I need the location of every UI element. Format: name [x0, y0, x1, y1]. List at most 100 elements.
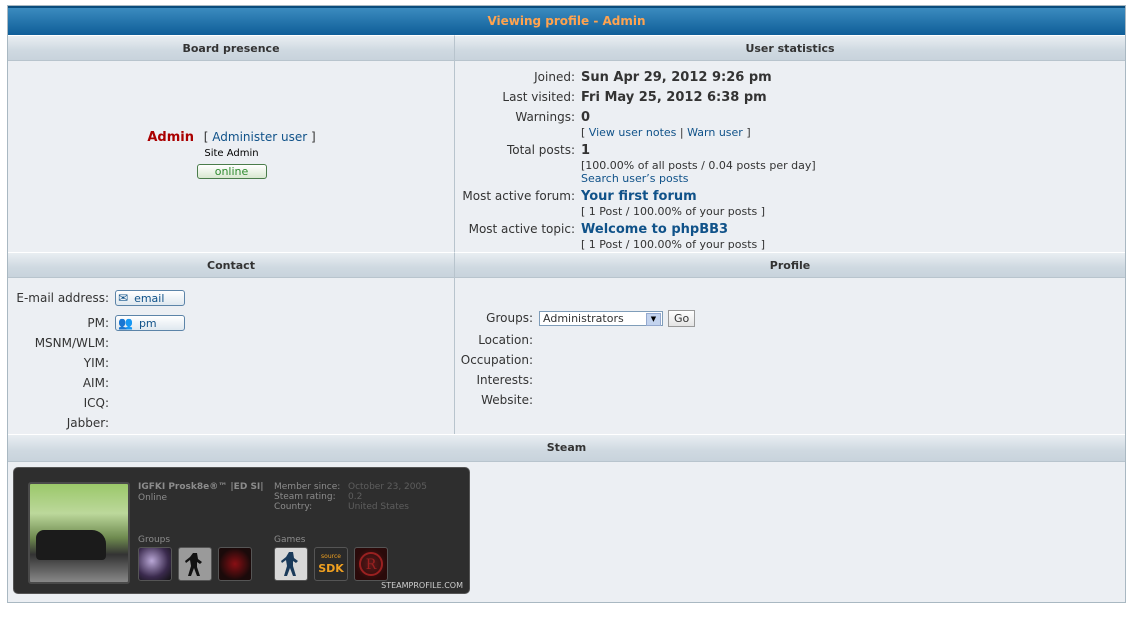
steam-status: Online — [138, 493, 168, 503]
counter-strike-game-icon[interactable] — [274, 547, 308, 581]
icq-label: ICQ: — [83, 396, 109, 410]
msnm-label: MSNM/WLM: — [34, 336, 109, 350]
warn-user-link[interactable]: Warn user — [687, 126, 743, 139]
active-topic-detail: [ 1 Post / 100.00% of your posts ] — [581, 238, 766, 251]
interests-row: Interests: — [455, 370, 1125, 390]
icq-row: ICQ: — [8, 393, 454, 413]
profile-header: Profile — [455, 252, 1125, 278]
steam-avatar — [28, 482, 130, 584]
warnings-row: Warnings: 0 [ View user notes | Warn use… — [455, 109, 1125, 139]
section-headers-top: Board presence User statistics — [8, 35, 1125, 61]
svg-text:source: source — [321, 553, 341, 560]
groups-row: Groups: Administrators ▼ Go — [455, 308, 1125, 328]
user-rank: Site Admin — [204, 148, 259, 159]
groups-selected-value: Administrators — [543, 311, 624, 325]
steam-groups-label: Groups — [138, 535, 171, 545]
email-row: E-mail address: ✉ email — [8, 288, 454, 308]
group-dark-logo-icon[interactable] — [138, 547, 172, 581]
chevron-down-icon[interactable]: ▼ — [646, 312, 661, 326]
active-forum-detail: [ 1 Post / 100.00% of your posts ] — [581, 205, 766, 218]
steam-profile-card[interactable]: IGFKI Prosk8e®™ |ED SI| Online Member si… — [13, 467, 470, 594]
steam-rating-label: Steam rating: — [274, 492, 336, 502]
pm-button-label: pm — [138, 316, 157, 330]
steam-games-label: Games — [274, 535, 306, 545]
active-topic-row: Most active topic: Welcome to phpBB3 [ 1… — [455, 221, 1125, 251]
active-forum-link[interactable]: Your first forum — [581, 189, 697, 204]
steam-footer[interactable]: STEAMPROFILE.COM — [381, 581, 463, 590]
svg-text:SDK: SDK — [318, 562, 344, 575]
search-user-posts-link[interactable]: Search user’s posts — [581, 172, 689, 185]
member-since-value: October 23, 2005 — [348, 482, 427, 492]
top-body: Admin [ Administer user ] Site Admin onl… — [8, 61, 1125, 252]
email-button[interactable]: ✉ email — [115, 290, 185, 306]
steam-name: IGFKI Prosk8e®™ |ED SI| — [138, 482, 264, 492]
contact-section: E-mail address: ✉ email PM: 👥 pm MSNM/WL… — [8, 278, 455, 434]
jabber-row: Jabber: — [8, 413, 454, 433]
administer-user-link[interactable]: Administer user — [212, 130, 307, 144]
msnm-row: MSNM/WLM: — [8, 333, 454, 353]
location-label: Location: — [478, 333, 533, 347]
steam-meta: Member since: October 23, 2005 Steam rati… — [274, 482, 427, 512]
website-label: Website: — [481, 393, 533, 407]
section-headers-middle: Contact Profile — [8, 252, 1125, 278]
last-visited-row: Last visited: Fri May 25, 2012 6:38 pm — [455, 89, 1125, 106]
online-status-badge: online — [196, 164, 267, 179]
website-row: Website: — [455, 390, 1125, 410]
car-image — [36, 530, 106, 560]
interests-label: Interests: — [476, 373, 533, 387]
groups-label: Groups: — [486, 311, 533, 325]
presence-block: Admin [ Administer user ] Site Admin onl… — [8, 130, 455, 179]
steam-header: Steam — [8, 434, 1125, 462]
source-sdk-icon[interactable]: source SDK — [314, 547, 348, 581]
board-presence: Admin [ Administer user ] Site Admin onl… — [8, 61, 455, 252]
go-button[interactable]: Go — [668, 309, 696, 327]
country-value: United States — [348, 502, 409, 512]
contact-header: Contact — [8, 252, 455, 278]
user-statistics: Joined: Sun Apr 29, 2012 9:26 pm Last vi… — [455, 61, 1125, 252]
bracket-open: [ — [203, 130, 209, 144]
total-posts-label: Total posts: — [506, 143, 575, 157]
warnings-value: 0 — [581, 110, 591, 125]
board-presence-header: Board presence — [8, 35, 455, 61]
groups-select[interactable]: Administrators ▼ — [539, 310, 663, 326]
email-label: E-mail address: — [16, 291, 109, 305]
active-topic-link[interactable]: Welcome to phpBB3 — [581, 222, 728, 237]
member-since-label: Member since: — [274, 482, 341, 492]
users-icon: 👥 — [118, 316, 133, 330]
active-forum-row: Most active forum: Your first forum [ 1 … — [455, 188, 1125, 218]
username: Admin — [147, 130, 194, 145]
view-user-notes-link[interactable]: View user notes — [589, 126, 677, 139]
envelope-icon: ✉ — [118, 291, 129, 305]
total-posts-value: 1 — [581, 143, 591, 158]
profile-section: Groups: Administrators ▼ Go Location: Oc… — [455, 278, 1125, 434]
yim-label: YIM: — [83, 356, 109, 370]
jabber-label: Jabber: — [66, 416, 109, 430]
aim-row: AIM: — [8, 373, 454, 393]
profile-panel: Viewing profile - Admin Board presence U… — [7, 5, 1126, 603]
middle-body: E-mail address: ✉ email PM: 👥 pm MSNM/WL… — [8, 278, 1125, 434]
red-emblem-game-icon[interactable]: R — [354, 547, 388, 581]
last-visited-value: Fri May 25, 2012 6:38 pm — [581, 90, 767, 105]
joined-value: Sun Apr 29, 2012 9:26 pm — [581, 70, 772, 85]
steam-rating-value: 0.2 — [348, 492, 363, 502]
warnings-label: Warnings: — [515, 110, 575, 124]
pm-row: PM: 👥 pm — [8, 313, 454, 333]
total-posts-row: Total posts: 1 [100.00% of all posts / 0… — [455, 142, 1125, 185]
aim-label: AIM: — [82, 376, 109, 390]
pm-button[interactable]: 👥 pm — [115, 315, 185, 331]
active-topic-label: Most active topic: — [468, 222, 575, 236]
location-row: Location: — [455, 330, 1125, 350]
yim-row: YIM: — [8, 353, 454, 373]
joined-label: Joined: — [534, 70, 575, 84]
total-posts-detail: [100.00% of all posts / 0.04 posts per d… — [581, 159, 816, 172]
pm-label: PM: — [87, 316, 109, 330]
email-button-label: email — [134, 291, 165, 305]
last-visited-label: Last visited: — [502, 90, 575, 104]
steam-section: IGFKI Prosk8e®™ |ED SI| Online Member si… — [8, 462, 1125, 602]
red-spider-group-icon[interactable] — [218, 547, 252, 581]
joined-row: Joined: Sun Apr 29, 2012 9:26 pm — [455, 69, 1125, 86]
counter-strike-group-icon[interactable] — [178, 547, 212, 581]
occupation-label: Occupation: — [460, 353, 533, 367]
svg-text:R: R — [366, 557, 377, 573]
user-statistics-header: User statistics — [455, 35, 1125, 61]
